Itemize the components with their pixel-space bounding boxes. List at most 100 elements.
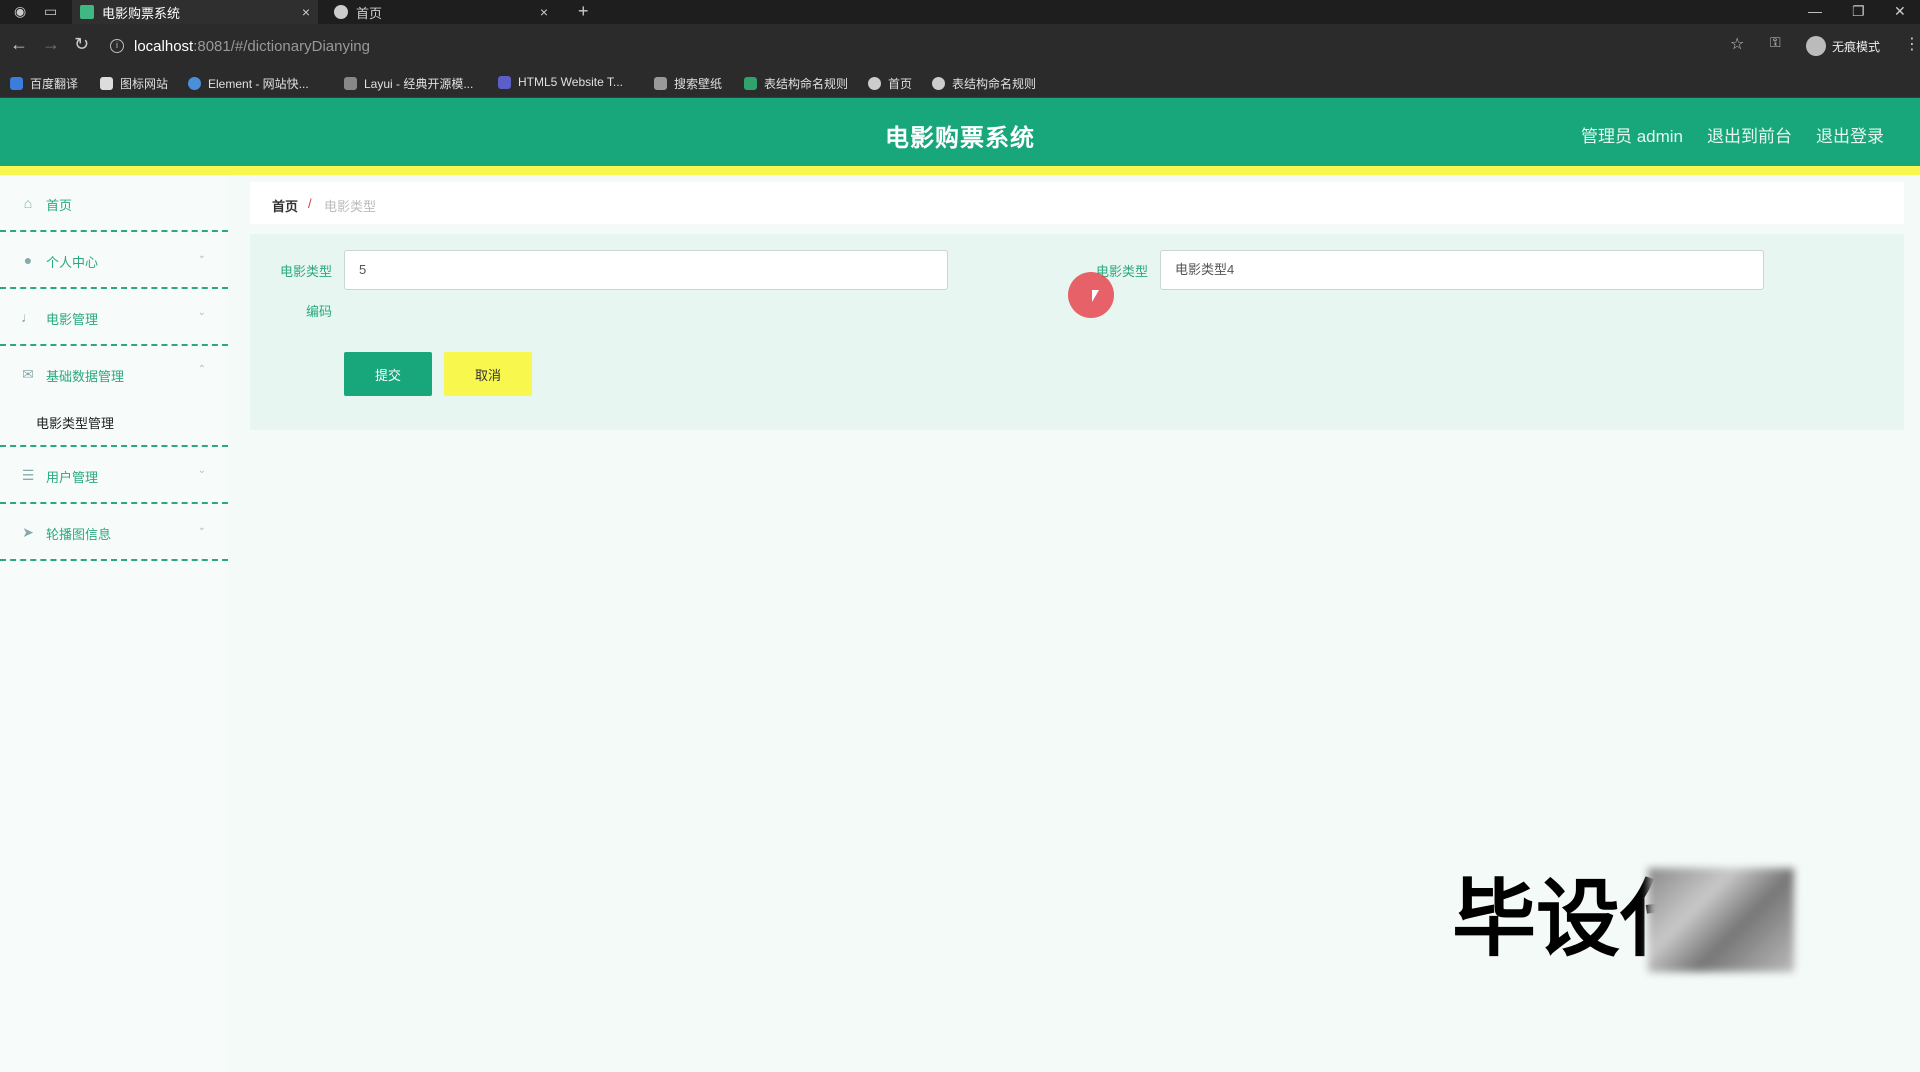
incognito-indicator[interactable]: 无痕模式	[1805, 36, 1880, 56]
bookmark-label: HTML5 Website T...	[518, 75, 623, 89]
menu-dots-icon[interactable]: ⋮	[1904, 34, 1920, 54]
sidebar-subitem-label: 电影类型管理	[36, 416, 115, 431]
sidebar-item-label: 轮播图信息	[46, 527, 112, 542]
tab-app-label: 电影购票系统	[102, 5, 181, 21]
info-icon[interactable]: i	[110, 39, 124, 53]
bookmark-label: 表结构命名规则	[952, 77, 1037, 91]
bookmarks-bar: 百度翻译 图标网站 Element - 网站快... Layui - 经典开源模…	[0, 68, 1920, 98]
bookmark-icon	[188, 77, 201, 90]
bookmark-icon	[654, 77, 667, 90]
screen: ◉ ▭ 电影购票系统 × 首页 × + — ❐ ✕ ← → ↻ i localh…	[0, 0, 1920, 1072]
bookmark-label: 首页	[888, 77, 913, 91]
user-icon: ●	[23, 252, 33, 268]
sidebar-item-carousel[interactable]: ➤ 轮播图信息 ⌄	[0, 504, 228, 561]
code-label: 编码	[305, 304, 332, 319]
url-path: :8081/#/dictionaryDianying	[193, 37, 370, 55]
url-field[interactable]: i localhost :8081/#/dictionaryDianying	[110, 31, 1730, 61]
type-code-label: 电影类型	[279, 264, 332, 279]
list-icon: ☰	[21, 467, 35, 483]
sidebar-item-label: 用户管理	[46, 470, 99, 485]
bookmark-item[interactable]: Element - 网站快...	[188, 75, 309, 92]
bookmark-item[interactable]: 表结构命名规则	[744, 75, 848, 92]
sidebar-item-profile[interactable]: ● 个人中心 ⌄	[0, 232, 228, 289]
sidebar-item-label: 首页	[46, 198, 73, 213]
admin-label: 管理员 admin	[1580, 127, 1683, 146]
bookmark-item[interactable]: 搜索壁纸	[654, 75, 722, 92]
logout-link[interactable]: 退出登录	[1816, 122, 1884, 147]
microphone-icon: ♩	[21, 309, 35, 325]
browser-address-bar: ← → ↻ i localhost :8081/#/dictionaryDian…	[0, 24, 1920, 68]
sidebar-subitem-movie-type[interactable]: 电影类型管理	[0, 395, 228, 447]
close-icon[interactable]: ×	[540, 4, 548, 20]
window-close-icon[interactable]: ✕	[1894, 0, 1906, 22]
url-host: localhost	[134, 37, 194, 55]
tab-app[interactable]: 电影购票系统 ×	[72, 0, 318, 24]
bookmark-item[interactable]: 百度翻译	[10, 75, 78, 92]
edit-form: 电影类型 5 编码 电影类型 电影类型4 提交 取消	[250, 234, 1904, 430]
header-accent-line	[0, 166, 1920, 175]
key-icon[interactable]: ⚿	[1770, 34, 1781, 51]
type-code-input[interactable]: 5	[344, 250, 948, 290]
bookmark-label: Layui - 经典开源模...	[364, 77, 474, 91]
bookmark-label: Element - 网站快...	[208, 77, 309, 91]
home-icon: ⌂	[23, 195, 33, 211]
new-tab-button[interactable]: +	[578, 0, 589, 22]
send-icon: ➤	[22, 524, 34, 540]
chevron-down-icon: ⌄	[197, 522, 206, 533]
bookmark-icon	[100, 77, 113, 90]
breadcrumb-separator: /	[308, 196, 312, 211]
vue-icon	[80, 5, 94, 19]
globe-icon	[334, 5, 348, 19]
bookmark-item[interactable]: 图标网站	[100, 75, 168, 92]
bookmark-icon	[10, 77, 23, 90]
tab-overview-icon[interactable]: ▭	[44, 0, 57, 22]
forward-icon[interactable]: →	[42, 34, 60, 55]
submit-button[interactable]: 提交	[344, 352, 432, 396]
sidebar-item-label: 基础数据管理	[46, 369, 125, 384]
bookmark-icon	[498, 75, 511, 89]
bookmark-label: 百度翻译	[30, 77, 79, 91]
breadcrumb-home[interactable]: 首页	[272, 196, 298, 215]
breadcrumb-current: 电影类型	[324, 199, 377, 214]
browser-tab-bar: ◉ ▭ 电影购票系统 × 首页 × + — ❐ ✕	[0, 0, 1920, 24]
reload-icon[interactable]: ↻	[74, 34, 89, 55]
tab-home[interactable]: 首页 ×	[326, 0, 556, 24]
breadcrumb: 首页 / 电影类型	[250, 182, 1904, 224]
tab-home-label: 首页	[356, 5, 383, 21]
bookmark-icon	[744, 77, 757, 90]
bookmark-item[interactable]: HTML5 Website T...	[498, 75, 623, 89]
incognito-label: 无痕模式	[1831, 39, 1880, 54]
sidebar-item-label: 个人中心	[46, 255, 99, 270]
restore-icon[interactable]: ❐	[1852, 0, 1865, 22]
star-icon[interactable]: ☆	[1730, 34, 1744, 54]
sidebar-item-users[interactable]: ☰ 用户管理 ⌄	[0, 447, 228, 504]
bookmark-item[interactable]: Layui - 经典开源模...	[344, 75, 473, 92]
browser-logo-icon: ◉	[14, 3, 27, 19]
bookmark-item[interactable]: 表结构命名规则	[932, 75, 1036, 92]
close-icon[interactable]: ×	[302, 4, 310, 20]
back-icon[interactable]: ←	[10, 34, 28, 55]
bookmark-icon	[932, 77, 945, 90]
minimize-icon[interactable]: —	[1808, 0, 1822, 22]
chevron-down-icon: ⌄	[197, 307, 206, 318]
cursor-arrow-icon	[1092, 290, 1099, 302]
bookmark-label: 表结构命名规则	[764, 77, 849, 91]
incognito-icon	[1805, 36, 1826, 56]
back-to-front-link[interactable]: 退出到前台	[1707, 122, 1792, 147]
chevron-up-icon: ⌃	[197, 364, 206, 375]
watermark-blur	[1648, 868, 1794, 972]
chevron-down-icon: ⌄	[197, 250, 206, 261]
sidebar-item-label: 电影管理	[46, 312, 99, 327]
mouse-cursor-highlight	[1068, 272, 1114, 318]
bookmark-item[interactable]: 首页	[868, 75, 912, 92]
sidebar: ⌂ 首页 ● 个人中心 ⌄ ♩ 电影管理 ⌄ ✉ 基础数据管理 ⌃ 电影类型管理…	[0, 175, 228, 1072]
sidebar-item-movies[interactable]: ♩ 电影管理 ⌄	[0, 289, 228, 346]
bookmark-icon	[868, 77, 881, 90]
cancel-button[interactable]: 取消	[444, 352, 532, 396]
sidebar-item-home[interactable]: ⌂ 首页	[0, 175, 228, 232]
app-header: 电影购票系统 管理员 admin 退出到前台 退出登录	[0, 98, 1920, 175]
type-name-input[interactable]: 电影类型4	[1160, 250, 1764, 290]
bookmark-label: 搜索壁纸	[674, 77, 723, 91]
bookmark-label: 图标网站	[120, 77, 169, 91]
bookmark-icon	[344, 77, 357, 90]
